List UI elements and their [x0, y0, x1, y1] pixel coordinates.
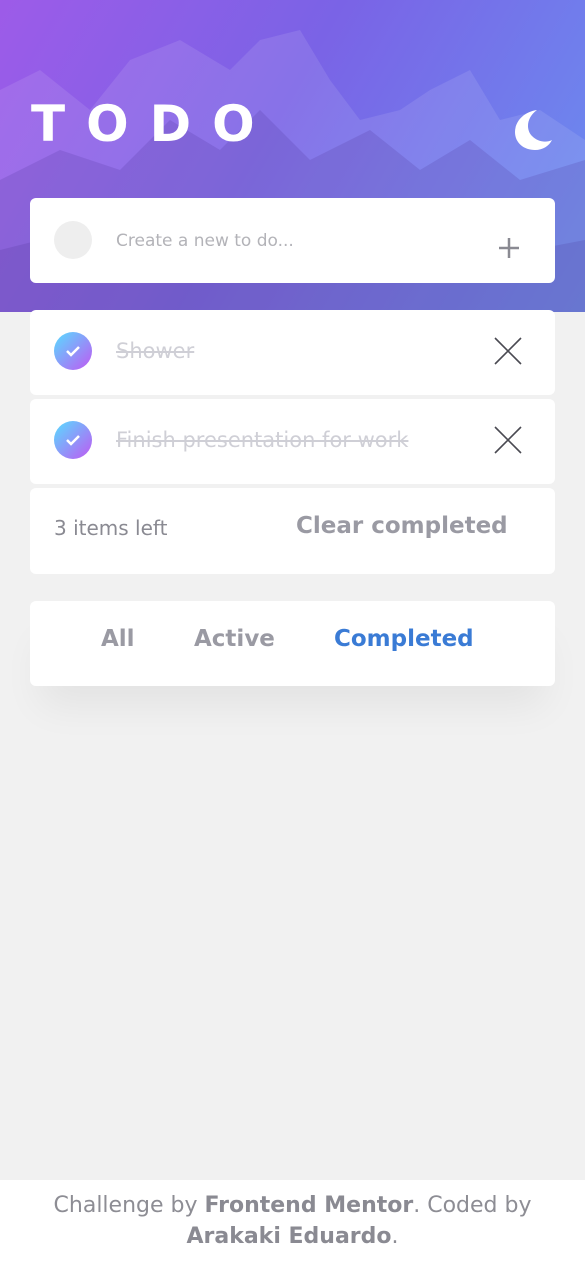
attribution-suffix: .: [391, 1224, 399, 1249]
attribution-prefix: Challenge by: [53, 1193, 205, 1218]
new-todo-circle: [54, 221, 92, 259]
delete-todo-button[interactable]: [493, 336, 523, 366]
clear-completed-button[interactable]: Clear completed: [296, 513, 508, 539]
close-icon: [494, 426, 522, 454]
filter-all[interactable]: All: [101, 626, 135, 652]
check-icon: [66, 346, 80, 357]
todo-checkbox[interactable]: [54, 421, 92, 459]
items-left-count: 3 items left: [54, 516, 168, 540]
new-todo-card: [30, 198, 555, 283]
filter-active[interactable]: Active: [194, 626, 275, 652]
todo-footer: 3 items left Clear completed: [30, 488, 555, 574]
plus-icon: [499, 238, 519, 258]
close-icon: [494, 337, 522, 365]
todo-item: Shower: [30, 310, 555, 395]
app-title: TODO: [31, 95, 276, 153]
author-link[interactable]: Arakaki Eduardo: [186, 1224, 391, 1249]
moon-icon: [515, 110, 552, 150]
new-todo-input[interactable]: [116, 226, 486, 256]
filter-bar: All Active Completed: [30, 601, 555, 686]
delete-todo-button[interactable]: [493, 425, 523, 455]
frontend-mentor-link[interactable]: Frontend Mentor: [205, 1193, 414, 1218]
theme-toggle-button[interactable]: [511, 108, 553, 152]
attribution-middle: . Coded by: [413, 1193, 532, 1218]
todo-checkbox[interactable]: [54, 332, 92, 370]
attribution: Challenge by Frontend Mentor. Coded by A…: [0, 1180, 585, 1266]
check-icon: [66, 435, 80, 446]
todo-text: Finish presentation for work: [116, 428, 409, 452]
todo-item: Finish presentation for work: [30, 399, 555, 484]
todo-text: Shower: [116, 339, 195, 363]
add-todo-button[interactable]: [497, 236, 521, 260]
filter-completed[interactable]: Completed: [334, 626, 474, 652]
